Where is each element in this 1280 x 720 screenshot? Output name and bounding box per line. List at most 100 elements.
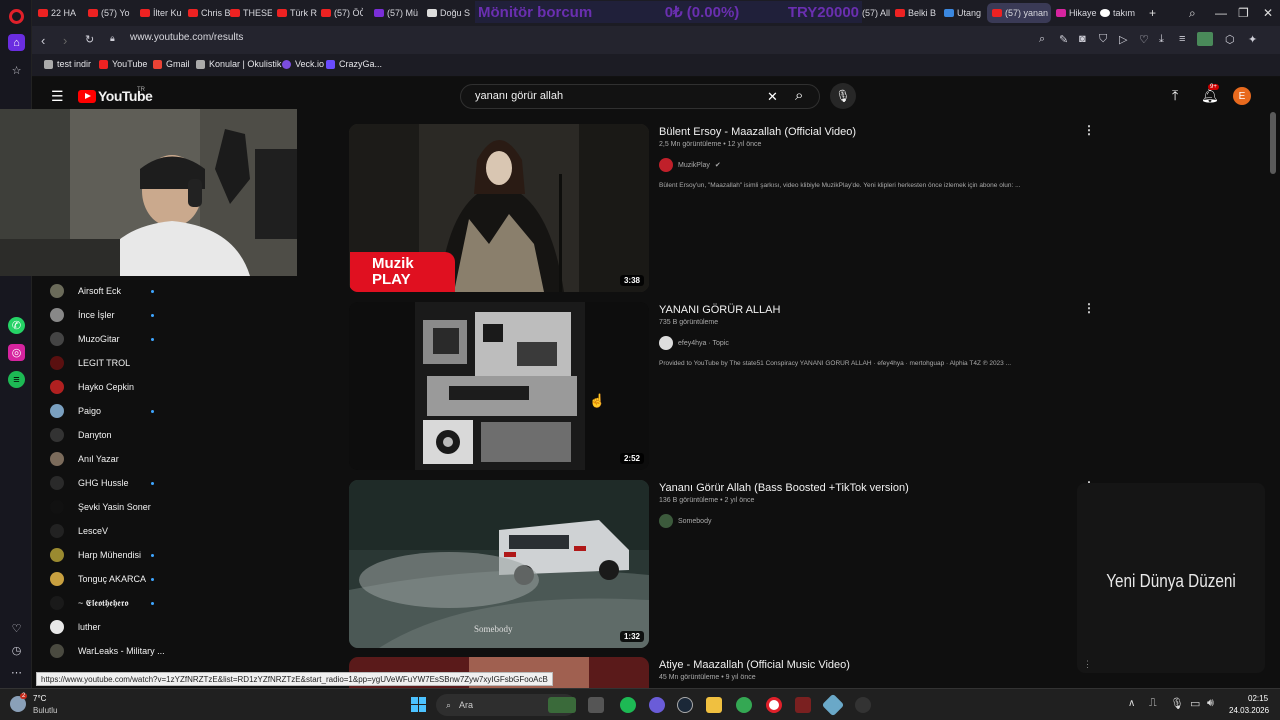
search-input[interactable] <box>475 90 755 102</box>
tab-item[interactable]: İlter Ku <box>140 3 188 23</box>
video-title[interactable]: Bülent Ersoy - Maazallah (Official Video… <box>659 126 856 138</box>
bookmark-item[interactable]: Gmail <box>153 59 190 69</box>
tab-item[interactable]: Chris B <box>188 3 230 23</box>
close-icon[interactable]: ✕ <box>1263 6 1273 20</box>
tab-item[interactable]: THESE <box>230 3 272 23</box>
bookmark-item[interactable]: test indir <box>44 59 91 69</box>
star-icon[interactable]: ☆ <box>8 62 25 79</box>
clear-search-icon[interactable]: ✕ <box>767 89 778 105</box>
subscription-item[interactable]: Tonguç AKARCA <box>50 569 154 589</box>
tab-item-active[interactable]: (57) yanan <box>987 3 1051 23</box>
back-icon[interactable]: ‹ <box>41 33 45 48</box>
opera-logo-icon[interactable] <box>9 9 24 24</box>
subscription-item[interactable]: GHG Hussle <box>50 473 154 493</box>
hamburger-menu-icon[interactable]: ☰ <box>51 88 64 105</box>
subscription-item[interactable]: luther <box>50 617 101 637</box>
subscription-item[interactable]: Airsoft Eck <box>50 281 154 301</box>
opera-icon[interactable] <box>766 697 782 713</box>
whatsapp-icon[interactable]: ✆ <box>8 317 25 334</box>
extension-icon[interactable] <box>1197 32 1213 46</box>
cube-icon[interactable]: ⬡ <box>1225 33 1235 46</box>
forward-icon[interactable]: › <box>63 33 67 48</box>
tab-item[interactable]: (57) Mü <box>374 3 422 23</box>
heart-icon[interactable]: ♡ <box>8 620 25 637</box>
usb-icon[interactable]: ⎍ <box>1149 697 1157 710</box>
search-highlight-icon[interactable] <box>548 697 576 713</box>
ai-icon[interactable]: ✦ <box>1248 33 1257 46</box>
bookmark-item[interactable]: CrazyGa... <box>326 59 382 69</box>
app-icon[interactable] <box>795 697 811 713</box>
subscription-item[interactable]: MuzoGitar <box>50 329 154 349</box>
maximize-icon[interactable]: ❐ <box>1238 6 1249 20</box>
channel-link[interactable]: efey4hya · Topic <box>659 336 729 350</box>
video-title[interactable]: Yananı Görür Allah (Bass Boosted +TikTok… <box>659 482 909 494</box>
tab-item[interactable]: Belki B <box>895 3 939 23</box>
search-icon[interactable]: ⌕ <box>1039 33 1045 46</box>
video-thumbnail[interactable]: Muzik PLAY 3:38 <box>349 124 649 292</box>
page-scrollbar[interactable] <box>1270 112 1276 174</box>
search-icon[interactable]: ⌕ <box>795 87 803 104</box>
tab-item[interactable]: takım <box>1100 3 1146 23</box>
tab-item[interactable]: 22 HA <box>38 3 80 23</box>
subscription-item[interactable]: LesceV <box>50 521 108 541</box>
subscription-item[interactable]: Paigo <box>50 401 154 421</box>
subscription-item[interactable]: LEGIT TROL <box>50 353 130 373</box>
bookmark-item[interactable]: Veck.io <box>282 59 324 69</box>
discord-icon[interactable] <box>649 697 665 713</box>
bookmark-item[interactable]: Konular | Okulistik <box>196 59 281 69</box>
instagram-icon[interactable]: ◎ <box>8 344 25 361</box>
home-icon[interactable]: ⌂ <box>8 34 25 51</box>
url-field[interactable]: www.youtube.com/results <box>130 32 243 43</box>
channel-link[interactable]: Somebody <box>659 514 711 528</box>
menu-icon[interactable]: ≡ <box>1179 33 1185 45</box>
task-view-icon[interactable] <box>588 697 604 713</box>
more-actions-icon[interactable]: ⋮ <box>1083 123 1095 137</box>
heart-icon[interactable]: ♡ <box>1139 33 1149 46</box>
spotify-icon[interactable]: ≡ <box>8 371 25 388</box>
minimize-icon[interactable]: — <box>1215 6 1227 20</box>
subscription-item[interactable]: WarLeaks - Military ... <box>50 641 165 661</box>
new-tab-icon[interactable]: + <box>1149 6 1156 20</box>
upload-icon[interactable]: ⤒ <box>1172 87 1178 104</box>
reload-icon[interactable]: ↻ <box>85 33 94 46</box>
subscription-item[interactable]: Şevki Yasin Soner <box>50 497 151 517</box>
subscription-item[interactable]: İnce İşler <box>50 305 154 325</box>
app-icon[interactable] <box>855 697 871 713</box>
subscription-item[interactable]: Hayko Cepkin <box>50 377 134 397</box>
file-explorer-icon[interactable] <box>706 697 722 713</box>
account-avatar[interactable]: E <box>1233 87 1251 105</box>
search-tabs-icon[interactable]: ⌕ <box>1189 6 1196 21</box>
subscription-item[interactable]: Harp Mühendisi <box>50 545 154 565</box>
side-panel[interactable]: Yeni Dünya Düzeni ⋮ <box>1077 483 1265 673</box>
steam-icon[interactable] <box>677 697 693 713</box>
tab-item[interactable]: Hikaye <box>1056 3 1100 23</box>
microphone-icon[interactable]: 🎙︎ <box>830 83 856 109</box>
monitor-icon[interactable]: ▭ <box>1190 697 1200 710</box>
tab-item[interactable]: Türk R <box>277 3 319 23</box>
speaker-icon[interactable]: 🔊︎ <box>1207 697 1214 710</box>
shield-icon[interactable]: ⛉ <box>1099 33 1107 46</box>
tab-item[interactable]: Doğu S <box>427 3 471 23</box>
play-icon[interactable]: ▷ <box>1119 33 1127 46</box>
download-icon[interactable]: ⤓ <box>1159 33 1164 46</box>
tab-item[interactable]: Utang <box>944 3 986 23</box>
more-actions-icon[interactable]: ⋮ <box>1083 301 1095 315</box>
tab-item[interactable]: (57) Yo <box>88 3 136 23</box>
windows-start-icon[interactable] <box>411 697 427 713</box>
video-title[interactable]: Atiye - Maazallah (Official Music Video) <box>659 659 850 671</box>
subscription-item[interactable]: Anıl Yazar <box>50 449 119 469</box>
spotify-icon[interactable] <box>620 697 636 713</box>
edit-icon[interactable]: ✎ <box>1059 33 1068 46</box>
more-icon[interactable]: ⋯ <box>8 664 25 681</box>
youtube-logo-icon[interactable] <box>78 90 96 103</box>
bookmark-item[interactable]: YouTube <box>99 59 147 69</box>
video-thumbnail[interactable]: Somebody 1:32 <box>349 480 649 648</box>
subscription-item[interactable]: ~ 𝕰𝖑𝖊𝖔𝖙𝖍𝖊𝖍𝖊𝖗𝖔 <box>50 593 154 613</box>
channel-link[interactable]: MuzikPlay ✔ <box>659 158 721 172</box>
tab-item[interactable]: (57) ÖĞ <box>321 3 363 23</box>
camera-icon[interactable]: ◙ <box>1079 33 1086 45</box>
video-thumbnail[interactable]: 2:52 <box>349 302 649 470</box>
microphone-icon[interactable]: 🎙︎ <box>1170 697 1184 710</box>
history-icon[interactable]: ◷ <box>8 642 25 659</box>
subscription-item[interactable]: Danyton <box>50 425 112 445</box>
